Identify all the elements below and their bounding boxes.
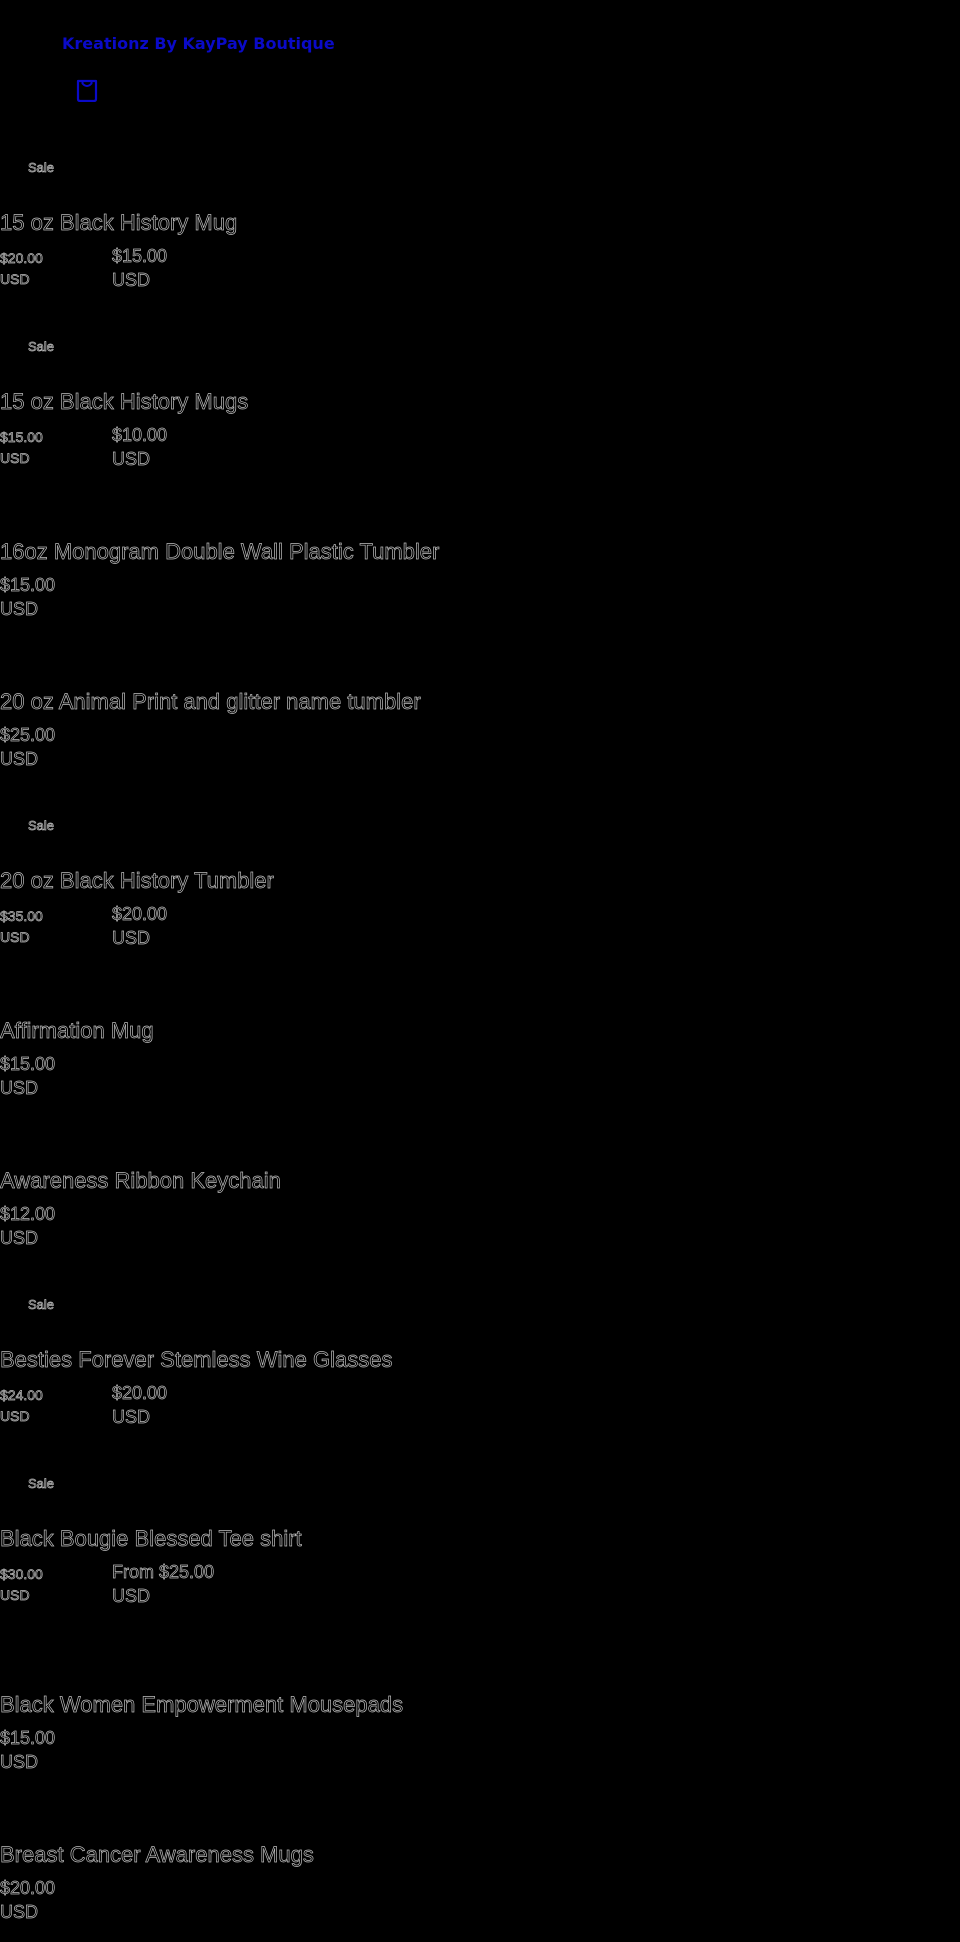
regular-price: $20.00 USD [0, 1876, 55, 1924]
regular-price: $15.00 USD [0, 1052, 55, 1100]
compare-price-amount: $15.00 [0, 429, 43, 446]
sale-price: $20.00 USD [112, 1381, 168, 1429]
price-currency: USD [112, 270, 151, 291]
product-title-link[interactable]: 15 oz Black History Mugs [0, 389, 249, 415]
regular-price: $15.00 USD [0, 573, 55, 621]
compare-price-amount: $24.00 [0, 1387, 43, 1404]
product-title-link[interactable]: 20 oz Animal Print and glitter name tumb… [0, 689, 421, 715]
cart-link[interactable] [74, 74, 100, 103]
product-title-link[interactable]: Awareness Ribbon Keychain [0, 1168, 281, 1194]
compare-price-currency: USD [0, 929, 30, 946]
product-title-link[interactable]: 20 oz Black History Tumbler [0, 868, 274, 894]
compare-at-price: $30.00 USD [0, 1564, 43, 1606]
compare-price-amount: $30.00 [0, 1566, 43, 1583]
sale-price: $10.00 USD [112, 423, 168, 471]
sale-price: $15.00 USD [112, 244, 168, 292]
price-amount: $20.00 [0, 1878, 56, 1899]
product-title-link[interactable]: Breast Cancer Awareness Mugs [0, 1842, 314, 1868]
compare-at-price: $35.00 USD [0, 906, 43, 948]
price-currency: USD [0, 1078, 39, 1099]
sale-price: From $25.00 USD [112, 1560, 215, 1608]
product-card: Sale 15 oz Black History Mugs $15.00 USD… [0, 339, 960, 489]
product-title-link[interactable]: 16oz Monogram Double Wall Plastic Tumble… [0, 539, 440, 565]
compare-price-amount: $35.00 [0, 908, 43, 925]
compare-price-currency: USD [0, 450, 30, 467]
brand-logo-link[interactable]: Kreationz By KayPay Boutique [62, 34, 335, 53]
price-amount: $25.00 [0, 725, 56, 746]
compare-at-price: $20.00 USD [0, 248, 43, 290]
price-currency: USD [0, 599, 39, 620]
product-card: Awareness Ribbon Keychain $12.00 USD [0, 1118, 960, 1268]
price-amount: $15.00 [0, 1728, 56, 1749]
product-card: 16oz Monogram Double Wall Plastic Tumble… [0, 489, 960, 639]
product-title-link[interactable]: Black Women Empowerment Mousepads [0, 1692, 403, 1718]
regular-price: $15.00 USD [0, 1726, 55, 1774]
price-currency: USD [112, 449, 151, 470]
sale-badge: Sale [28, 339, 55, 355]
price-amount: $15.00 [0, 1054, 56, 1075]
shopping-bag-icon [76, 79, 98, 103]
price-currency: USD [112, 1586, 151, 1607]
price-currency: USD [0, 1228, 39, 1249]
compare-at-price: $15.00 USD [0, 427, 43, 469]
price-currency: USD [0, 1902, 39, 1923]
regular-price: $12.00 USD [0, 1202, 55, 1250]
product-title-link[interactable]: Black Bougie Blessed Tee shirt [0, 1526, 302, 1552]
compare-price-currency: USD [0, 1587, 30, 1604]
sale-badge: Sale [28, 818, 55, 834]
price-currency: USD [0, 749, 39, 770]
sale-badge: Sale [28, 1476, 55, 1492]
sale-badge: Sale [28, 160, 55, 176]
price-amount: $20.00 [112, 904, 168, 925]
product-card: 20 oz Animal Print and glitter name tumb… [0, 639, 960, 789]
price-amount: $12.00 [0, 1204, 56, 1225]
price-amount: $10.00 [112, 425, 168, 446]
compare-price-currency: USD [0, 271, 30, 288]
compare-price-currency: USD [0, 1408, 30, 1425]
price-currency: USD [112, 928, 151, 949]
product-card: Sale Black Bougie Blessed Tee shirt $30.… [0, 1476, 960, 1626]
product-title-link[interactable]: Besties Forever Stemless Wine Glasses [0, 1347, 393, 1373]
compare-price-amount: $20.00 [0, 250, 43, 267]
compare-at-price: $24.00 USD [0, 1385, 43, 1427]
product-title-link[interactable]: 15 oz Black History Mug [0, 210, 238, 236]
sale-price: $20.00 USD [112, 902, 168, 950]
price-currency: USD [0, 1752, 39, 1773]
product-card: Breast Cancer Awareness Mugs $20.00 USD [0, 1792, 960, 1942]
price-amount: From $25.00 [112, 1562, 215, 1583]
sale-badge: Sale [28, 1297, 55, 1313]
price-amount: $15.00 [112, 246, 168, 267]
product-card: Sale Besties Forever Stemless Wine Glass… [0, 1297, 960, 1447]
product-card: Sale 20 oz Black History Tumbler $35.00 … [0, 818, 960, 968]
product-card: Black Women Empowerment Mousepads $15.00… [0, 1642, 960, 1792]
price-amount: $15.00 [0, 575, 56, 596]
product-card: Sale 15 oz Black History Mug $20.00 USD … [0, 160, 960, 310]
price-currency: USD [112, 1407, 151, 1428]
product-card: Affirmation Mug $15.00 USD [0, 968, 960, 1118]
price-amount: $20.00 [112, 1383, 168, 1404]
regular-price: $25.00 USD [0, 723, 55, 771]
product-title-link[interactable]: Affirmation Mug [0, 1018, 154, 1044]
